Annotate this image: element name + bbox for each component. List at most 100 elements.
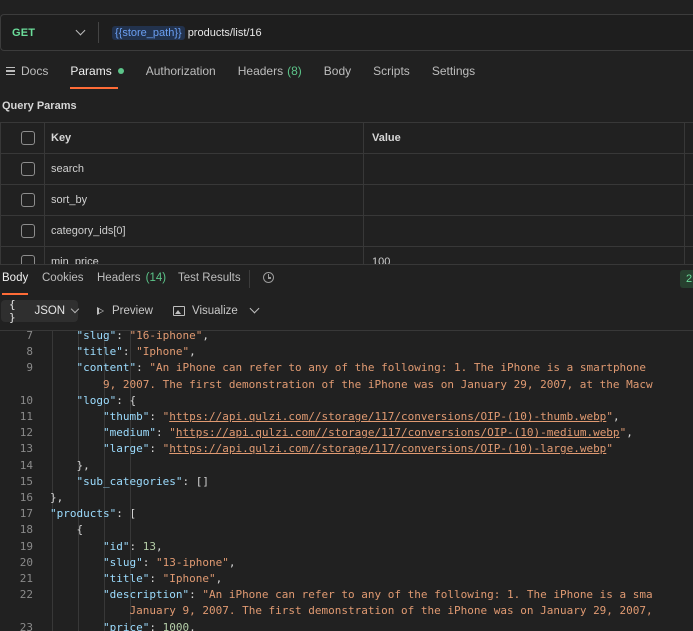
line-number: 21 (19, 572, 33, 585)
param-checkbox[interactable] (21, 162, 35, 176)
tab-test-results[interactable]: Test Results (178, 272, 241, 284)
code-line: 14 }, (0, 458, 693, 474)
tab-authorization[interactable]: Authorization (146, 64, 216, 78)
tab-response-headers[interactable]: Headers (14) (97, 272, 166, 284)
table-border (363, 122, 364, 265)
select-all-checkbox[interactable] (21, 131, 35, 145)
line-number: 17 (19, 507, 33, 521)
line-number: 7 (26, 330, 33, 342)
line-number: 9 (26, 361, 33, 375)
preview-label: Preview (112, 305, 153, 317)
line-number: 20 (19, 555, 33, 569)
image-icon (173, 306, 185, 316)
code-text: "content": "An iPhone can refer to any o… (76, 361, 647, 375)
format-label: JSON (34, 305, 66, 317)
chevron-down-icon (70, 304, 80, 314)
line-number: 19 (19, 539, 33, 553)
code-text: }, (50, 491, 64, 504)
code-text: "title": "Iphone", (102, 572, 223, 585)
visualize-button[interactable]: Visualize (173, 305, 238, 317)
tab-settings-label: Settings (431, 64, 476, 78)
code-text: January 9, 2007. The first demonstration… (129, 604, 653, 618)
code-text: "description": "An iPhone can refer to a… (102, 588, 653, 602)
param-key[interactable]: sort_by (51, 194, 87, 206)
line-number: 16 (19, 491, 33, 504)
table-border (44, 122, 45, 265)
code-line: 13 "large": "https://api.qulzi.com//stor… (0, 441, 693, 457)
code-line: 21 "title": "Iphone", (0, 571, 693, 587)
url-path: products/list/16 (187, 26, 262, 39)
tab-scripts[interactable]: Scripts (373, 64, 410, 78)
line-number: 13 (19, 442, 33, 456)
tab-docs[interactable]: Docs (6, 64, 48, 78)
code-line: 10 "logo": { (0, 393, 693, 409)
value-header: Value (372, 132, 401, 144)
code-text: "slug": "16-iphone", (76, 330, 209, 342)
params-header-row: Key Value (0, 123, 693, 154)
method-label: GET (12, 26, 36, 39)
code-line: 7 "slug": "16-iphone", (0, 330, 693, 344)
code-text: "large": "https://api.qulzi.com//storage… (102, 442, 613, 456)
tab-headers[interactable]: Headers (8) (238, 64, 302, 78)
url-variable[interactable]: {{store_path}} (112, 25, 185, 40)
code-line: 16}, (0, 490, 693, 506)
url-input[interactable]: {{store_path}} products/list/16 (99, 25, 262, 40)
code-line: 20 "slug": "13-iphone", (0, 555, 693, 571)
docs-icon (6, 66, 15, 76)
code-text: "medium": "https://api.qulzi.com//storag… (102, 426, 633, 440)
code-text: { (50, 523, 84, 537)
code-text: "price": 1000, (102, 620, 196, 631)
table-row: category_ids[0] (0, 216, 693, 247)
preview-button[interactable]: Preview (97, 305, 153, 317)
tab-response-body[interactable]: Body (2, 272, 29, 295)
table-border (684, 122, 685, 265)
status-badge: 2 (680, 270, 693, 288)
code-line: 19 "id": 13, (0, 539, 693, 555)
history-clock-icon[interactable] (263, 272, 274, 283)
table-row: search (0, 154, 693, 185)
line-number: 18 (19, 523, 33, 537)
code-text: 9, 2007. The first demonstration of the … (102, 377, 653, 391)
param-checkbox[interactable] (21, 193, 35, 207)
response-body-code[interactable]: 7 "slug": "16-iphone", 8 "title": "Iphone… (0, 330, 693, 631)
line-number: 22 (19, 588, 33, 602)
tab-headers-label: Headers (237, 64, 284, 78)
line-number: 11 (19, 410, 33, 423)
tab-params[interactable]: Params (70, 64, 124, 89)
line-number: 8 (26, 345, 33, 359)
request-tabs: Docs Params Authorization Headers (8) Bo… (0, 64, 497, 90)
format-select[interactable]: { } JSON (1, 298, 80, 324)
table-border (0, 122, 1, 265)
tab-docs-label: Docs (21, 64, 49, 78)
code-text: "thumb": "https://api.qulzi.com//storage… (102, 410, 620, 423)
response-headers-count: (14) (145, 272, 167, 284)
code-line: 8 "title": "Iphone", (0, 344, 693, 360)
code-line: 12 "medium": "https://api.qulzi.com//sto… (0, 425, 693, 441)
tab-authorization-label: Authorization (145, 64, 216, 78)
code-text: "id": 13, (102, 539, 163, 553)
code-line: 15 "sub_categories": [] (0, 474, 693, 490)
line-number: 10 (19, 393, 33, 407)
param-key[interactable]: category_ids[0] (51, 225, 126, 237)
url-bar: GET {{store_path}} products/list/16 (0, 14, 693, 51)
braces-icon: { } (9, 298, 16, 324)
params-table: Key Value search sort_by category_ids[0]… (0, 122, 693, 278)
code-text: "products": [ (50, 507, 137, 521)
tab-body[interactable]: Body (324, 64, 351, 78)
query-params-title: Query Params (2, 100, 77, 112)
chevron-down-icon[interactable] (249, 303, 260, 314)
param-key[interactable]: search (51, 163, 84, 175)
tab-scripts-label: Scripts (373, 64, 410, 78)
response-toolbar: { } JSON Preview Visualize (0, 296, 693, 330)
tab-settings[interactable]: Settings (432, 64, 475, 78)
active-params-dot (117, 68, 124, 74)
divider (249, 270, 250, 288)
method-select[interactable]: GET (1, 25, 98, 39)
chevron-down-icon (75, 25, 86, 36)
tab-cookies[interactable]: Cookies (42, 272, 84, 284)
code-line: 17 "products": [ (0, 506, 693, 522)
line-number: 15 (19, 474, 33, 488)
code-line: 9 "content": "An iPhone can refer to any… (0, 360, 693, 376)
line-number: 12 (19, 426, 33, 440)
param-checkbox[interactable] (21, 224, 35, 238)
